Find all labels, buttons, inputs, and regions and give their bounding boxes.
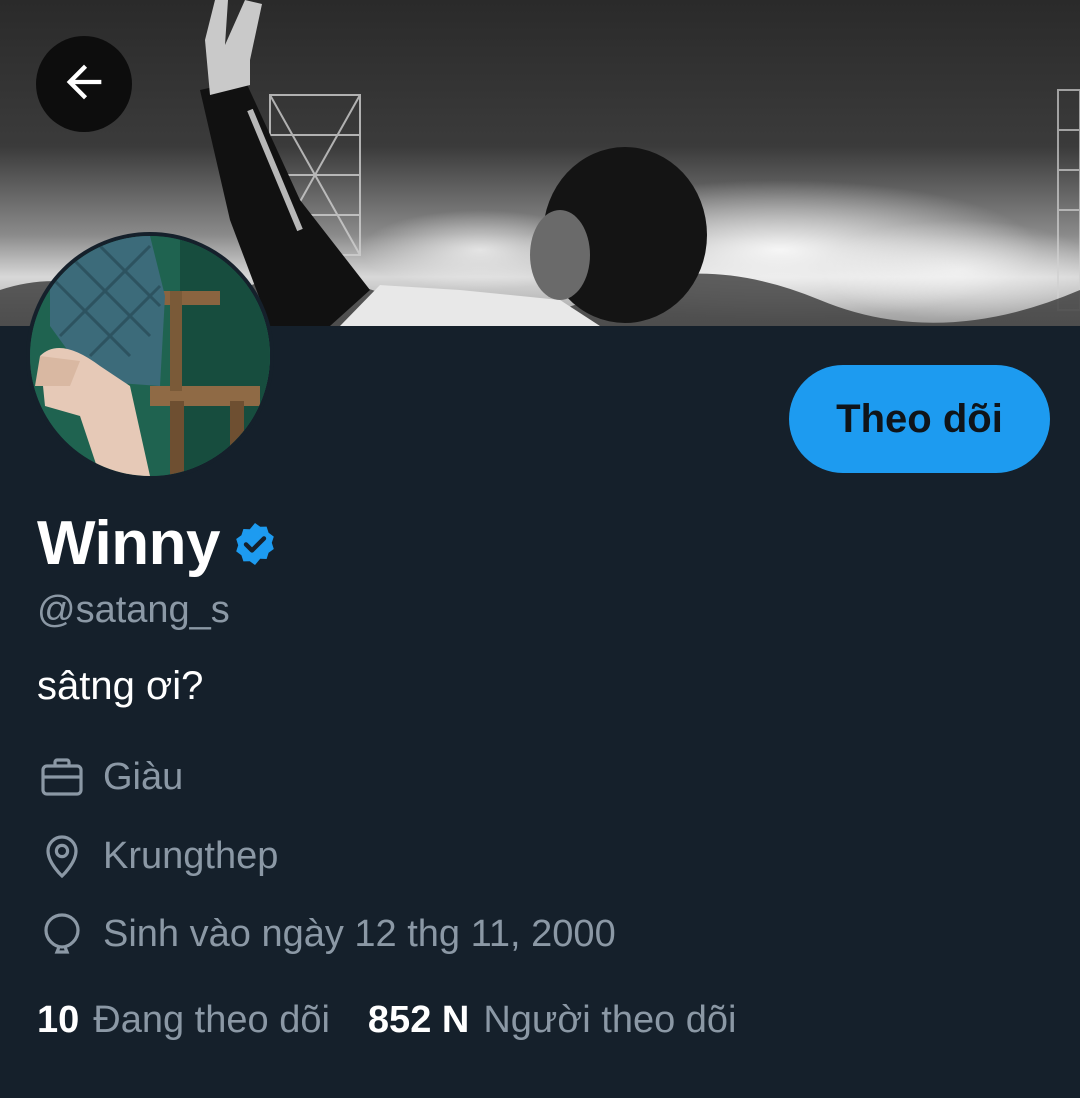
following-label: Đang theo dõi [93, 999, 330, 1041]
followers-link[interactable]: 852 N Người theo dõi [368, 996, 737, 1044]
follow-stats: 10 Đang theo dõi 852 N Người theo dõi [37, 996, 737, 1044]
user-bio: sâtng ơi? [37, 664, 204, 708]
profession-text: Giàu [103, 756, 184, 798]
briefcase-icon [37, 752, 87, 802]
profession-row: Giàu [37, 752, 183, 802]
back-button[interactable] [36, 36, 132, 132]
balloon-icon [37, 909, 87, 959]
location-text: Krungthep [103, 835, 279, 877]
verified-badge-icon [230, 519, 280, 569]
following-count: 10 [37, 999, 80, 1041]
profile-page: Theo dõi Winny @satang_s sâtng ơi? Giàu [0, 0, 1080, 1098]
location-pin-icon [37, 831, 87, 881]
follow-button[interactable]: Theo dõi [789, 365, 1050, 473]
name-row: Winny [37, 508, 280, 580]
user-handle: @satang_s [37, 589, 230, 631]
birthday-text: Sinh vào ngày 12 thg 11, 2000 [103, 913, 616, 955]
profile-avatar[interactable] [26, 232, 274, 480]
display-name: Winny [37, 509, 220, 578]
following-link[interactable]: 10 Đang theo dõi [37, 996, 330, 1044]
birthday-row: Sinh vào ngày 12 thg 11, 2000 [37, 909, 616, 959]
followers-count: 852 N [367, 999, 470, 1041]
arrow-left-icon [58, 56, 110, 113]
location-row: Krungthep [37, 831, 278, 881]
followers-label: Người theo dõi [483, 999, 737, 1041]
